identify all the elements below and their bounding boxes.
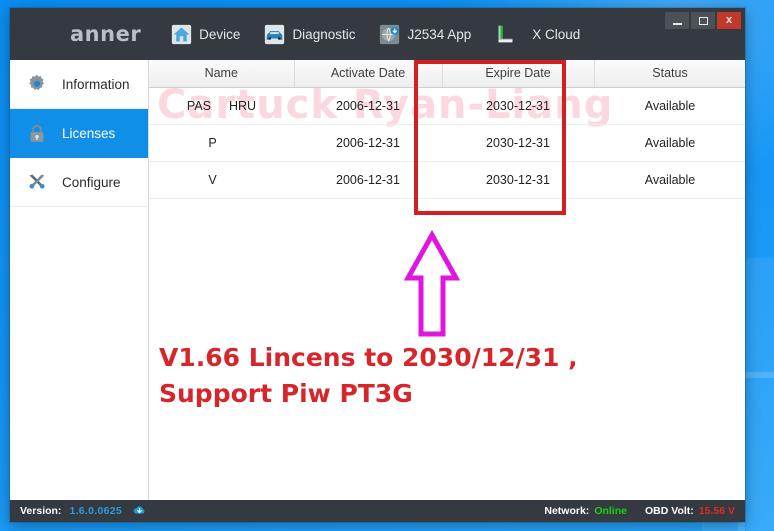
tools-icon	[26, 171, 48, 193]
globe-download-icon	[379, 24, 400, 45]
close-icon: x	[725, 14, 733, 26]
minimize-button[interactable]	[665, 12, 689, 29]
gear-icon	[26, 73, 48, 95]
close-button[interactable]: x	[717, 12, 741, 29]
cell-expire-date: 2030-12-31	[442, 87, 594, 125]
wallpaper-pane	[746, 258, 774, 531]
sidebar-item-configure[interactable]: Configure	[10, 158, 148, 207]
toolbar-item-label: Diagnostic	[292, 26, 356, 42]
window-controls: x	[665, 12, 741, 29]
home-icon	[171, 24, 192, 45]
cell-activate-date: 2006-12-31	[294, 124, 442, 162]
annotation-line-1: V1.66 Lincens to 2030/12/31 ,	[159, 343, 578, 372]
toolbar-item-label: Device	[199, 26, 241, 42]
obd-volt-value: 15.56 V	[698, 505, 735, 517]
network-label: Network:	[544, 505, 590, 517]
toolbar-item-x-cloud[interactable]: X Cloud	[483, 20, 592, 49]
toolbar-item-j2534-app[interactable]: J2534 App	[367, 20, 483, 49]
toolbar-item-device[interactable]: Device	[159, 20, 252, 49]
sidebar-item-label: Licenses	[62, 126, 116, 141]
sidebar-item-label: Information	[62, 76, 130, 92]
annotation-line-2: Support Piw PT3G	[159, 379, 413, 409]
toolbar-item-diagnostic[interactable]: Diagnostic	[252, 20, 367, 49]
cell-name: P	[149, 124, 294, 162]
column-header-name[interactable]: Name	[149, 60, 295, 88]
column-header-expire-date[interactable]: Expire Date	[442, 60, 595, 88]
annotation-arrow	[401, 229, 463, 345]
lock-icon	[26, 123, 48, 145]
cell-status: Available	[594, 124, 745, 162]
cell-name-primary: P	[208, 135, 217, 150]
toolbar-item-label: J2534 App	[407, 26, 472, 42]
cell-status: Available	[594, 87, 745, 125]
window-body: Information Licenses Configure Cartuck R…	[10, 60, 745, 500]
status-bar: Version: 1.6.0.0625 Network: Online OBD …	[10, 500, 745, 522]
cell-activate-date: 2006-12-31	[294, 87, 442, 125]
cell-name-secondary: HRU	[229, 98, 257, 113]
cell-status: Available	[594, 161, 745, 199]
cloud-download-icon[interactable]	[132, 504, 147, 519]
cell-activate-date: 2006-12-31	[294, 161, 442, 199]
column-header-activate-date[interactable]: Activate Date	[294, 60, 443, 88]
maximize-button[interactable]	[691, 12, 715, 29]
obd-volt-label: OBD Volt:	[644, 505, 694, 517]
sidebar: Information Licenses Configure	[10, 60, 149, 500]
application-window: anner Device Diagnostic J2534 App X Clou…	[10, 8, 745, 522]
table-row[interactable]: V 2006-12-31 2030-12-31 Available	[149, 161, 745, 199]
table-header-row: Name Activate Date Expire Date Status	[149, 60, 745, 88]
sidebar-item-information[interactable]: Information	[10, 60, 148, 109]
table-row[interactable]: P 2006-12-31 2030-12-31 Available	[149, 124, 745, 162]
cell-expire-date: 2030-12-31	[442, 161, 594, 199]
version-label: Version:	[20, 505, 62, 517]
maximize-icon	[698, 16, 708, 25]
cell-name: PAS HRU	[149, 87, 294, 125]
sidebar-item-licenses[interactable]: Licenses	[10, 109, 148, 158]
network-value: Online	[594, 505, 627, 517]
car-icon	[264, 24, 285, 45]
cell-name-primary: PAS	[186, 98, 211, 113]
cell-name-primary: V	[208, 172, 217, 187]
title-bar: anner Device Diagnostic J2534 App X Clou…	[10, 8, 745, 60]
minimize-icon	[672, 23, 682, 25]
cloud-chart-icon	[495, 24, 516, 45]
licenses-table: Name Activate Date Expire Date Status PA…	[149, 60, 745, 199]
sidebar-item-label: Configure	[62, 174, 121, 190]
cell-expire-date: 2030-12-31	[442, 124, 594, 162]
version-value: 1.6.0.0625	[69, 505, 123, 517]
toolbar-item-label: X Cloud	[532, 26, 581, 42]
app-logo: anner	[70, 22, 142, 46]
main-toolbar: Device Diagnostic J2534 App X Cloud	[159, 20, 592, 49]
licenses-panel: Cartuck Ryan-Liang Name Activate Date Ex…	[149, 60, 745, 500]
cell-name: V	[149, 161, 294, 199]
annotation-text: V1.66 Lincens to 2030/12/31 , Support Pi…	[159, 340, 578, 413]
table-row[interactable]: PAS HRU 2006-12-31 2030-12-31 Available	[149, 87, 745, 125]
column-header-status[interactable]: Status	[594, 60, 745, 88]
obd-volt-group: OBD Volt: 15.56 V	[645, 505, 735, 517]
